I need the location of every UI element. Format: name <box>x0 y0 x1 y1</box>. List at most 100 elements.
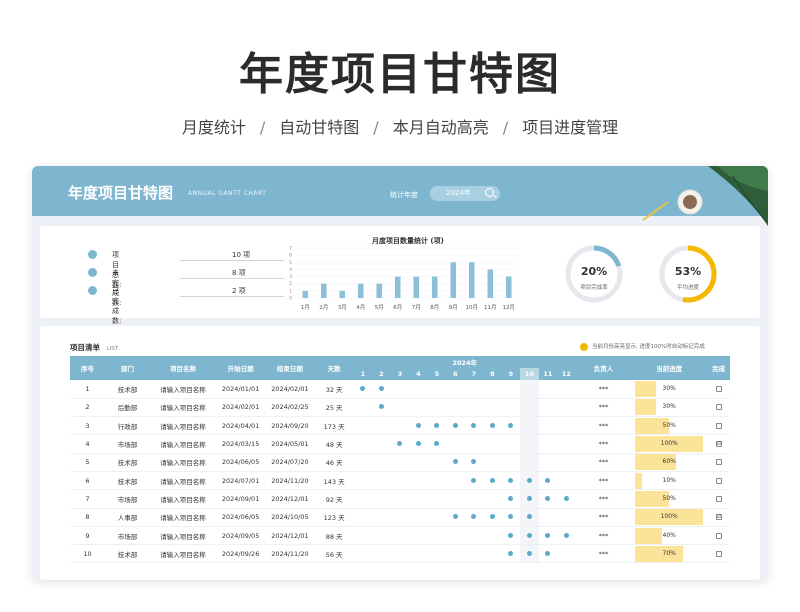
cell-start: 2024/06/05 <box>215 453 266 472</box>
progress-text: 100% <box>660 440 678 448</box>
progress-bar: 50% <box>635 490 703 507</box>
table-row[interactable]: 10 技术部 请输入项目名称 2024/09/26 2024/11/20 56 天 *** 7… <box>70 544 730 564</box>
month-cell <box>464 544 484 564</box>
cell-end: 2024/10/05 <box>265 508 315 527</box>
table-row[interactable]: 5 技术部 请输入项目名称 2024/06/05 2024/07/20 46 天 *** 60… <box>70 453 730 472</box>
done-checkbox[interactable] <box>715 459 722 466</box>
bar <box>376 283 383 298</box>
progress-bar: 100% <box>635 509 704 526</box>
info-icon <box>580 342 588 351</box>
done-checkbox[interactable] <box>715 422 722 429</box>
table-row[interactable]: 1 技术部 请输入项目名称 2024/01/01 2024/02/01 32 天 *** 30… <box>70 380 730 399</box>
table-row[interactable]: 9 市场部 请输入项目名称 2024/09/05 2024/12/01 88 天 *** 40… <box>70 526 730 546</box>
table-row[interactable]: 2 后勤部 请输入项目名称 2024/02/01 2024/02/25 25 天 *** 30… <box>70 398 730 418</box>
table-row[interactable]: 4 市场部 请输入项目名称 2024/03/15 2024/05/01 48 天 *** 10… <box>70 434 730 454</box>
table-row[interactable]: 8 人事部 请输入项目名称 2024/06/05 2024/10/05 123 天 *** 1… <box>70 508 730 527</box>
gantt-dot <box>508 422 514 428</box>
cell-done[interactable] <box>707 544 730 564</box>
bar <box>320 283 327 298</box>
y-tick-label: 0 <box>289 296 292 302</box>
progress-bar: 60% <box>635 454 703 471</box>
cell-end: 2024/11/20 <box>265 544 315 564</box>
cell-done[interactable] <box>707 489 730 509</box>
month-cell <box>353 434 373 454</box>
search-icon[interactable] <box>485 188 494 197</box>
cell-done[interactable] <box>707 416 730 436</box>
cell-done[interactable] <box>707 398 730 418</box>
cell-name: 请输入项目名称 <box>150 489 216 509</box>
month-cell <box>557 434 576 454</box>
table-row[interactable]: 3 行政部 请输入项目名称 2024/04/01 2024/09/20 173 天 *** 5… <box>70 416 730 436</box>
cell-done[interactable] <box>707 471 730 491</box>
y-tick-label: 6 <box>289 253 292 259</box>
col-header: 天数 <box>314 356 354 380</box>
done-checkbox[interactable] <box>715 495 722 502</box>
table-row[interactable]: 7 市场部 请输入项目名称 2024/09/01 2024/12/01 92 天 *** 50… <box>70 489 730 509</box>
month-cell <box>427 380 447 399</box>
cell-dept: 行政部 <box>104 416 151 436</box>
month-cell <box>353 508 373 527</box>
col-header: 完成 <box>707 356 730 380</box>
cell-done[interactable] <box>707 380 730 399</box>
month-cell <box>390 544 410 564</box>
done-checkbox[interactable] <box>715 532 722 539</box>
y-tick-label: 4 <box>289 267 292 273</box>
cell-done[interactable]: ☑ <box>707 508 730 527</box>
month-header: 5 <box>427 368 447 380</box>
done-checkbox[interactable] <box>715 550 722 557</box>
month-cell <box>409 489 428 509</box>
list-note-text: 当前月份高亮显示, 进度100%时自动标记完成 <box>592 344 705 350</box>
bar <box>487 269 494 298</box>
gantt-dot <box>471 459 477 465</box>
stat-label: 已完成数: <box>112 287 122 325</box>
done-checkbox[interactable] <box>715 385 722 392</box>
done-checkbox[interactable] <box>715 477 722 484</box>
cell-start: 2024/09/26 <box>215 544 266 564</box>
x-tick-label: 2月 <box>319 304 328 311</box>
month-cell <box>557 489 576 509</box>
done-checkbox[interactable] <box>715 404 722 411</box>
month-cell <box>483 398 502 418</box>
table-row[interactable]: 6 技术部 请输入项目名称 2024/07/01 2024/11/20 143 天 *** 1… <box>70 471 730 491</box>
cell-start: 2024/09/01 <box>215 489 266 509</box>
cell-days: 25 天 <box>314 398 354 418</box>
cell-owner: *** <box>575 544 632 564</box>
cell-owner: *** <box>575 471 632 491</box>
month-cell <box>372 489 391 509</box>
month-cell <box>557 380 576 399</box>
x-tick-label: 12月 <box>503 304 516 311</box>
banner-title: 年度项目甘特图 <box>68 184 174 202</box>
gantt-dot <box>508 477 514 483</box>
month-cell <box>520 508 539 527</box>
year-select[interactable]: 2024年 <box>430 186 500 201</box>
cell-done[interactable] <box>707 453 730 472</box>
month-cell <box>520 434 539 454</box>
month-cell <box>427 434 447 454</box>
gantt-dot <box>489 477 495 483</box>
month-cell <box>390 453 410 472</box>
cell-owner: *** <box>575 489 632 509</box>
month-cell <box>446 526 465 546</box>
cell-no: 5 <box>70 453 105 472</box>
cell-done[interactable] <box>707 526 730 546</box>
month-cell <box>390 471 410 491</box>
subtitle-2: 自动甘特图 <box>279 118 360 137</box>
subtitle-4: 项目进度管理 <box>522 118 619 137</box>
month-cell <box>427 489 447 509</box>
month-cell <box>409 380 428 399</box>
month-cell <box>520 398 539 418</box>
month-cell <box>501 434 521 454</box>
y-tick-label: 2 <box>289 281 292 287</box>
cell-dept: 技术部 <box>104 471 151 491</box>
done-checkbox[interactable]: ☑ <box>715 514 722 521</box>
done-checkbox[interactable]: ☑ <box>715 441 722 448</box>
month-header: 9 <box>501 368 521 380</box>
cell-done[interactable]: ☑ <box>707 434 730 454</box>
month-cell <box>372 526 391 546</box>
month-cell <box>390 489 410 509</box>
cell-progress: 40% <box>631 526 708 546</box>
hero-subtitle: 月度统计 / 自动甘特图 / 本月自动高亮 / 项目进度管理 <box>0 114 800 138</box>
cell-owner: *** <box>575 453 632 472</box>
month-cell <box>464 508 484 527</box>
gantt-dot <box>526 550 532 556</box>
